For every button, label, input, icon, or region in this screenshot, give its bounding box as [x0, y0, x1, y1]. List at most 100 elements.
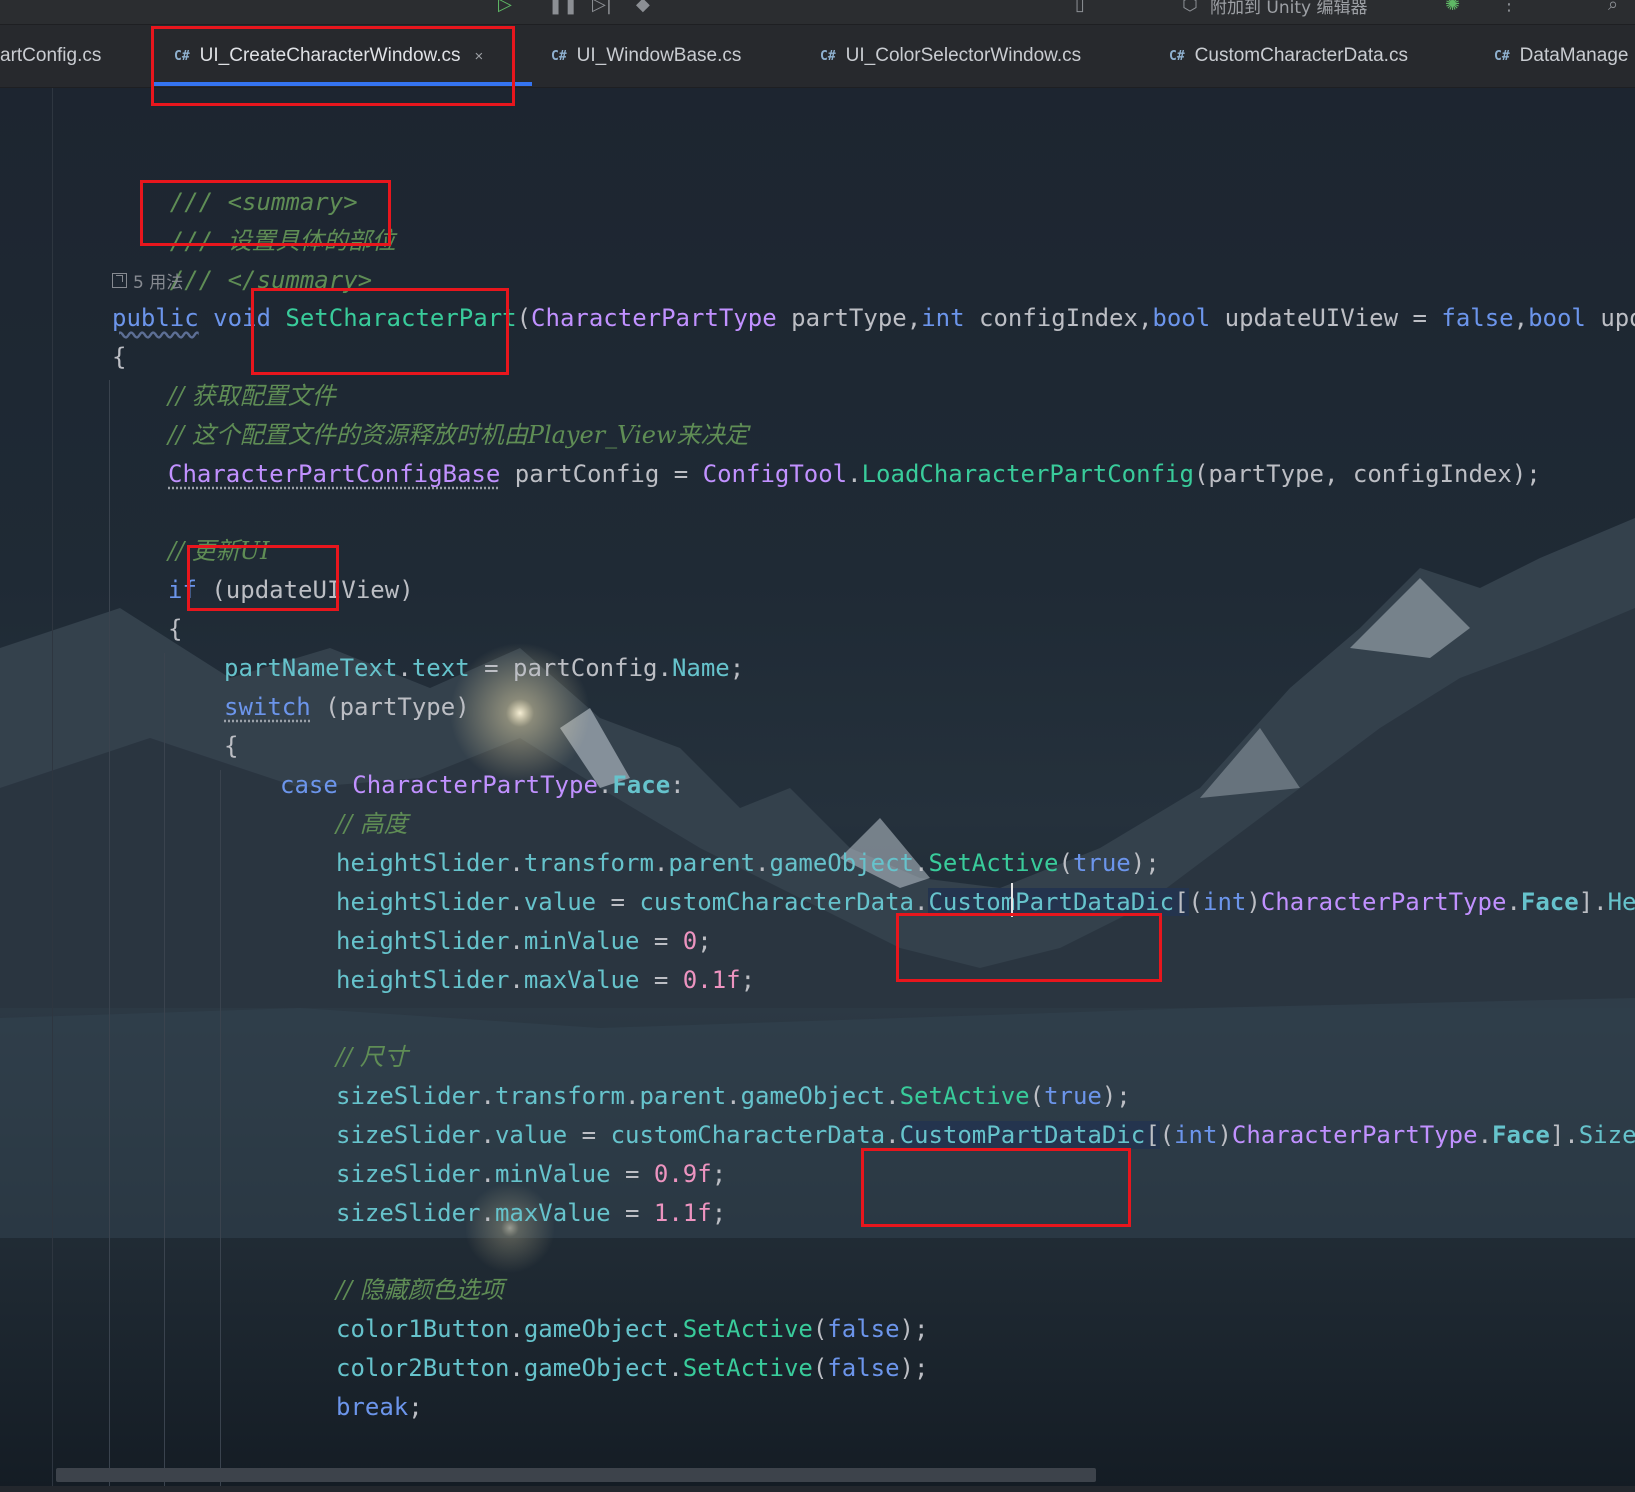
- property-name[interactable]: minValue: [495, 1160, 611, 1188]
- field-name[interactable]: heightSlider: [336, 888, 509, 916]
- csharp-file-icon: C#: [820, 48, 836, 64]
- field-name[interactable]: customCharacterData: [611, 1121, 886, 1149]
- brace: {: [224, 732, 239, 760]
- field-name[interactable]: partNameText: [224, 654, 397, 682]
- punct: .: [653, 849, 669, 877]
- code-line: // 尺寸: [336, 1037, 408, 1077]
- search-icon[interactable]: ⌕: [1608, 0, 1618, 15]
- punct: .: [668, 1354, 683, 1382]
- punct: (: [1188, 888, 1203, 916]
- type-name[interactable]: CharacterPartType: [352, 771, 598, 799]
- property-name[interactable]: Heigh: [1608, 888, 1635, 916]
- punct: ;: [740, 966, 756, 994]
- punct: (: [1159, 1121, 1175, 1149]
- property-name-highlighted[interactable]: CustomPartDataDic: [928, 888, 1175, 916]
- type-name[interactable]: CharacterPartType: [1232, 1121, 1478, 1149]
- punct: );: [899, 1354, 929, 1382]
- keyword-int: int: [1203, 888, 1247, 916]
- property-name-highlighted[interactable]: CustomPartDataDic: [899, 1121, 1146, 1149]
- method-name[interactable]: SetActive: [683, 1354, 813, 1382]
- field-name[interactable]: color2Button: [336, 1354, 509, 1382]
- tab-datamanager[interactable]: C# DataManage: [1494, 25, 1628, 87]
- enum-member[interactable]: Face: [1492, 1121, 1550, 1149]
- pause-icon[interactable]: ❚❚: [548, 0, 578, 15]
- bug-icon[interactable]: ✺: [1445, 0, 1460, 15]
- code-text: =: [610, 1160, 654, 1188]
- punct: ].: [1578, 888, 1608, 916]
- code-editor[interactable]: /// <summary> /// 设置具体的部位 /// </summary>…: [0, 88, 1635, 1492]
- property-name[interactable]: transform: [495, 1082, 625, 1110]
- property-name[interactable]: maxValue: [495, 1199, 611, 1227]
- punct: .: [480, 1082, 495, 1110]
- tab-customcharacterdata[interactable]: C# CustomCharacterData.cs: [1169, 25, 1408, 87]
- punct: [: [1145, 1121, 1160, 1149]
- property-name[interactable]: Name: [672, 654, 730, 682]
- tab-ui-windowbase[interactable]: C# UI_WindowBase.cs: [551, 25, 741, 87]
- field-name[interactable]: heightSlider: [336, 927, 509, 955]
- code-text: (partType, configIndex);: [1193, 460, 1541, 488]
- tab-artconfig[interactable]: artConfig.cs: [0, 25, 101, 87]
- editor-bottom-edge: [0, 1486, 1635, 1492]
- usages-label: 5 用法: [133, 273, 184, 293]
- kebab-icon[interactable]: ▯: [1075, 0, 1085, 15]
- field-name[interactable]: heightSlider: [336, 966, 509, 994]
- property-name[interactable]: gameObject: [770, 849, 915, 877]
- method-name[interactable]: SetActive: [683, 1315, 813, 1343]
- field-name[interactable]: sizeSlider: [336, 1160, 481, 1188]
- punct: .: [509, 966, 524, 994]
- horizontal-scrollbar[interactable]: [56, 1468, 1096, 1482]
- punct: ,: [1513, 304, 1529, 332]
- punct: .: [509, 1354, 524, 1382]
- type-name[interactable]: CharacterPartType: [1261, 888, 1507, 916]
- property-name[interactable]: minValue: [524, 927, 640, 955]
- punct: .: [597, 771, 613, 799]
- more-menu-icon[interactable]: ⋮: [1500, 0, 1518, 15]
- property-name[interactable]: value: [524, 888, 596, 916]
- enum-member[interactable]: Face: [1521, 888, 1579, 916]
- property-name[interactable]: gameObject: [524, 1354, 669, 1382]
- field-name[interactable]: color1Button: [336, 1315, 509, 1343]
- field-name[interactable]: sizeSlider: [336, 1121, 481, 1149]
- csharp-file-icon: C#: [1169, 48, 1185, 64]
- indent-guide: [109, 380, 110, 1492]
- code-line: {: [224, 726, 238, 766]
- punct: (: [1058, 849, 1073, 877]
- usages-hint[interactable]: 5 用法: [112, 268, 183, 293]
- type-name[interactable]: CharacterPartConfigBase: [168, 460, 500, 488]
- field-name[interactable]: sizeSlider: [336, 1082, 481, 1110]
- code-text: =: [596, 888, 640, 916]
- method-name[interactable]: SetActive: [900, 1082, 1030, 1110]
- method-name[interactable]: LoadCharacterPartConfig: [862, 460, 1194, 488]
- property-name[interactable]: parent: [668, 849, 755, 877]
- step-icon[interactable]: ▷|: [592, 0, 612, 15]
- property-name[interactable]: parent: [639, 1082, 726, 1110]
- attach-target-label[interactable]: 附加到 Unity 编辑器: [1210, 0, 1367, 18]
- punct: .: [625, 1082, 640, 1110]
- usages-icon: [112, 273, 127, 288]
- property-name[interactable]: gameObject: [524, 1315, 669, 1343]
- enum-member[interactable]: Face: [612, 771, 670, 799]
- property-name[interactable]: Size: [1579, 1121, 1635, 1149]
- punct: .: [509, 1315, 524, 1343]
- property-name[interactable]: gameObject: [741, 1082, 886, 1110]
- punct: .: [509, 888, 524, 916]
- type-name[interactable]: ConfigTool: [703, 460, 848, 488]
- type-name[interactable]: CharacterPartType: [531, 304, 777, 332]
- code-text: =: [639, 966, 683, 994]
- method-name[interactable]: SetActive: [928, 849, 1058, 877]
- field-name[interactable]: heightSlider: [336, 849, 509, 877]
- field-name[interactable]: sizeSlider: [336, 1199, 481, 1227]
- property-name[interactable]: text: [412, 654, 470, 682]
- play-icon[interactable]: ▷: [498, 0, 512, 15]
- property-name[interactable]: value: [495, 1121, 567, 1149]
- tab-ui-colorselectorwindow[interactable]: C# UI_ColorSelectorWindow.cs: [820, 25, 1081, 87]
- comment: // 尺寸: [336, 1043, 408, 1071]
- field-name[interactable]: customCharacterData: [639, 888, 914, 916]
- punct: .: [755, 849, 770, 877]
- property-name[interactable]: transform: [524, 849, 654, 877]
- debug-icon[interactable]: ◆: [636, 0, 650, 15]
- punct: ;: [697, 927, 712, 955]
- annotation-box-summary: [140, 180, 391, 246]
- property-name[interactable]: maxValue: [524, 966, 640, 994]
- punct: .: [847, 460, 862, 488]
